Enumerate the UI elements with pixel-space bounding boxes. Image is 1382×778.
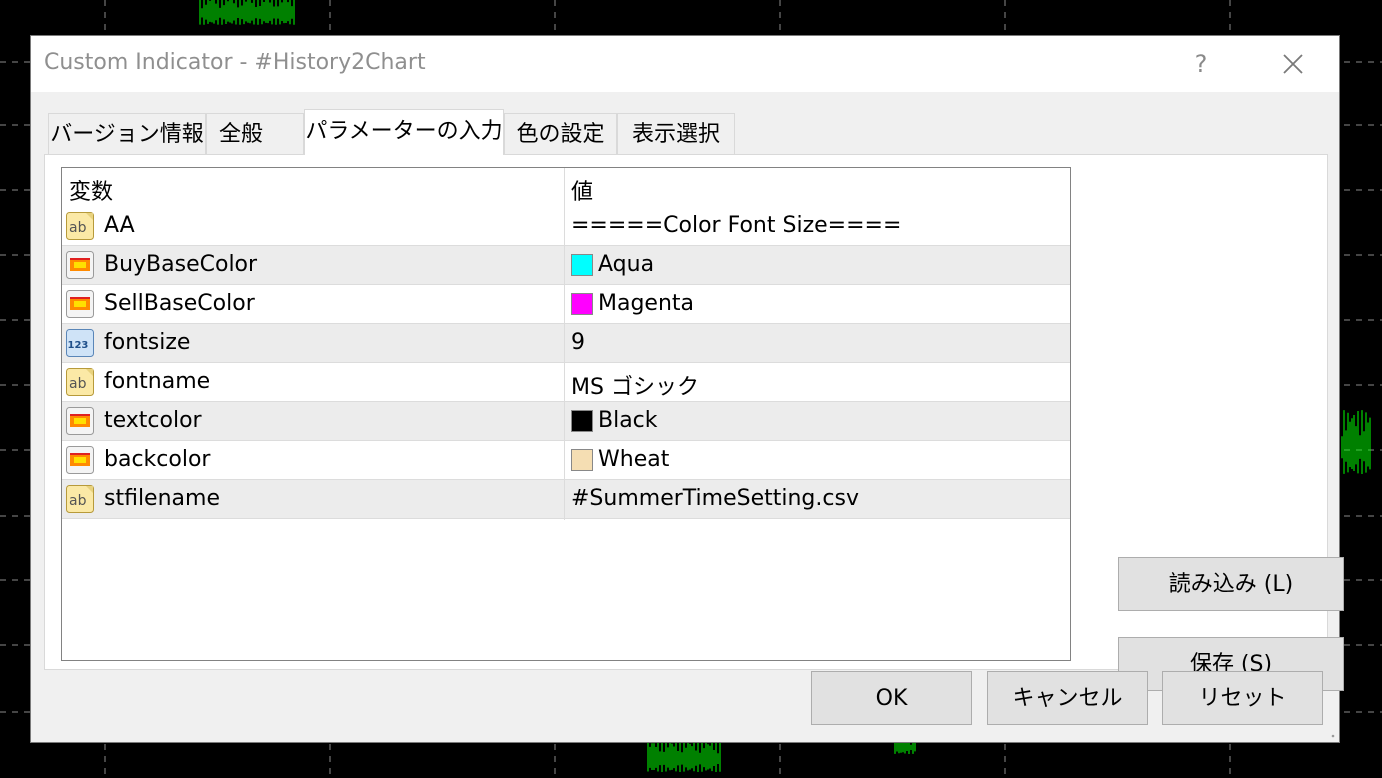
color-icon — [65, 250, 95, 280]
table-row[interactable]: BuyBaseColor Aqua — [62, 246, 1070, 285]
string-icon: ab — [65, 367, 95, 397]
tab-display-selection[interactable]: 表示選択 — [617, 113, 735, 155]
header-variable[interactable]: 変数 — [69, 174, 113, 206]
parameter-name: stfilename — [104, 486, 220, 511]
color-swatch — [571, 292, 593, 315]
color-icon — [65, 289, 95, 319]
table-row[interactable]: ab fontname MS ゴシック — [62, 363, 1070, 402]
parameter-name: backcolor — [104, 447, 211, 472]
parameter-name: textcolor — [104, 408, 202, 433]
table-row[interactable]: backcolor Wheat — [62, 441, 1070, 480]
parameter-value-text: MS ゴシック — [571, 375, 699, 400]
parameter-value-text: =====Color Font Size==== — [571, 213, 902, 238]
parameters-panel: 変数 値 ab AA =====Color Font Size==== BuyBase… — [44, 154, 1344, 691]
tab-version-info[interactable]: バージョン情報 — [48, 113, 206, 155]
parameters-grid[interactable]: 変数 値 ab AA =====Color Font Size==== BuyBase… — [61, 167, 1071, 661]
table-row[interactable]: 123 fontsize 9 — [62, 324, 1070, 363]
help-button[interactable]: ? — [1178, 46, 1224, 82]
string-icon: ab — [65, 211, 95, 241]
parameter-name: fontname — [104, 369, 211, 394]
table-row[interactable]: ab stfilename #SummerTimeSetting.csv — [62, 480, 1070, 519]
resize-grip-icon[interactable] — [1326, 729, 1336, 739]
color-icon — [65, 406, 95, 436]
parameter-value[interactable]: =====Color Font Size==== — [571, 213, 901, 238]
parameter-value-text: #SummerTimeSetting.csv — [571, 486, 859, 511]
parameter-value-text: Aqua — [598, 252, 655, 277]
reset-button[interactable]: リセット — [1162, 671, 1323, 725]
table-row[interactable]: textcolor Black — [62, 402, 1070, 441]
color-swatch — [571, 409, 593, 432]
color-icon — [65, 445, 95, 475]
svg-text:ab: ab — [69, 493, 87, 509]
parameter-value[interactable]: Black — [571, 408, 658, 433]
integer-icon: 123 — [65, 328, 95, 358]
svg-text:ab: ab — [69, 376, 87, 392]
svg-text:123: 123 — [68, 340, 89, 351]
parameter-value[interactable]: MS ゴシック — [571, 369, 699, 401]
custom-indicator-dialog: Custom Indicator - #History2Chart ? バージョ… — [30, 35, 1344, 743]
header-value[interactable]: 値 — [571, 174, 593, 206]
column-divider — [564, 168, 565, 520]
parameter-value-text: Black — [598, 408, 658, 433]
parameter-name: SellBaseColor — [104, 291, 255, 316]
parameter-value-text: Wheat — [598, 447, 670, 472]
ok-button[interactable]: OK — [811, 671, 972, 725]
parameter-value[interactable]: 9 — [571, 330, 585, 355]
load-button[interactable]: 読み込み (L) — [1118, 557, 1344, 611]
parameter-name: AA — [104, 213, 135, 238]
table-row[interactable]: SellBaseColor Magenta — [62, 285, 1070, 324]
cancel-button[interactable]: キャンセル — [987, 671, 1148, 725]
grid-header: 変数 値 — [62, 168, 1070, 207]
svg-text:ab: ab — [69, 220, 87, 236]
parameter-value[interactable]: Aqua — [571, 252, 654, 277]
parameter-value[interactable]: Wheat — [571, 447, 669, 472]
parameter-value-text: Magenta — [598, 291, 695, 316]
title-bar: Custom Indicator - #History2Chart ? — [31, 36, 1339, 92]
tab-parameters[interactable]: パラメーターの入力 — [304, 109, 504, 155]
parameter-name: BuyBaseColor — [104, 252, 258, 277]
close-icon — [1283, 54, 1303, 74]
parameter-value[interactable]: Magenta — [571, 291, 694, 316]
string-icon: ab — [65, 484, 95, 514]
tab-colors[interactable]: 色の設定 — [504, 113, 617, 155]
parameter-value-text: 9 — [571, 330, 585, 355]
parameter-value[interactable]: #SummerTimeSetting.csv — [571, 486, 859, 511]
table-row[interactable]: ab AA =====Color Font Size==== — [62, 207, 1070, 246]
tab-general[interactable]: 全般 — [206, 113, 304, 155]
color-swatch — [571, 448, 593, 471]
window-title: Custom Indicator - #History2Chart — [44, 50, 426, 75]
color-swatch — [571, 253, 593, 276]
close-button[interactable] — [1270, 46, 1316, 82]
parameter-name: fontsize — [104, 330, 191, 355]
